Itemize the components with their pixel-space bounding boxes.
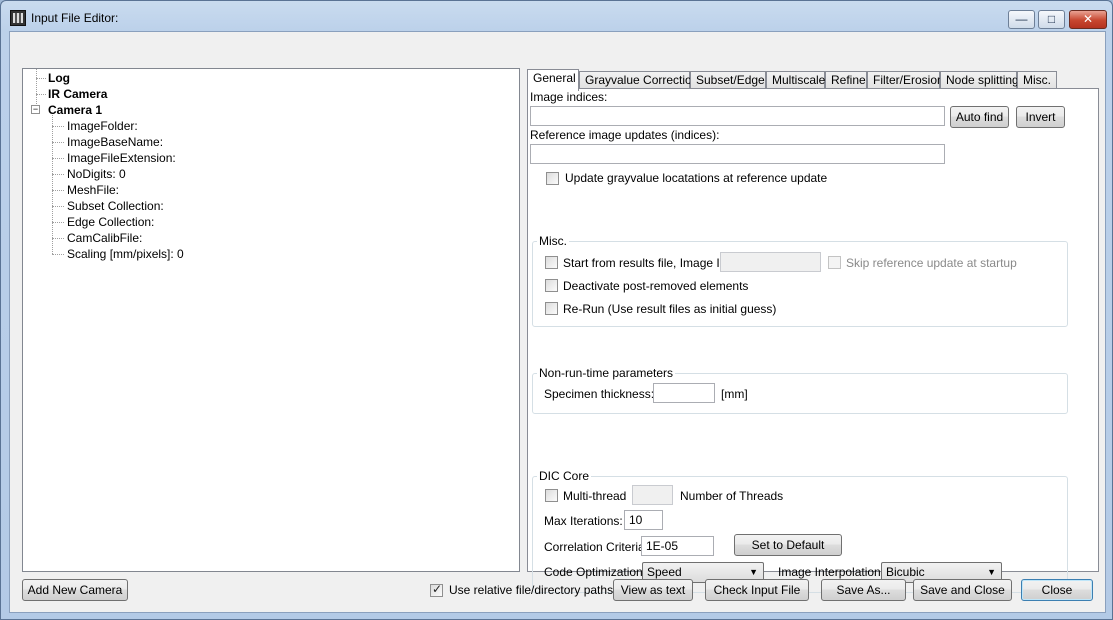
tree-line <box>52 206 64 207</box>
close-window-button[interactable]: ✕ <box>1069 10 1107 29</box>
tree-line <box>52 115 53 254</box>
close-button[interactable]: Close <box>1021 579 1093 601</box>
deactivate-elements-label: Deactivate post-removed elements <box>563 279 749 293</box>
misc-group-title: Misc. <box>537 234 569 248</box>
window-title: Input File Editor: <box>31 11 119 25</box>
skip-reference-checkbox[interactable] <box>828 256 841 269</box>
image-indices-input[interactable] <box>530 106 945 126</box>
max-iterations-label: Max Iterations: <box>544 514 623 528</box>
image-interpolation-label: Image Interpolation: <box>778 565 885 579</box>
tree-line <box>52 158 64 159</box>
tree-line <box>52 126 64 127</box>
auto-find-button[interactable]: Auto find <box>950 106 1009 128</box>
specimen-thickness-input[interactable] <box>653 383 715 403</box>
code-optimization-value: Speed <box>647 565 682 579</box>
update-grayvalue-label: Update grayvalue locatations at referenc… <box>565 171 828 185</box>
tree-item-image-file-extension[interactable]: ImageFileExtension: <box>67 151 176 165</box>
specimen-thickness-label: Specimen thickness: <box>544 387 655 401</box>
add-new-camera-button[interactable]: Add New Camera <box>22 579 128 601</box>
non-run-time-group-title: Non-run-time parameters <box>537 366 676 380</box>
tree-item-scaling[interactable]: Scaling [mm/pixels]: 0 <box>67 247 184 261</box>
tree-line <box>36 78 46 79</box>
code-optimization-label: Code Optimization: <box>544 565 647 579</box>
threads-input[interactable] <box>632 485 673 505</box>
threads-label: Number of Threads <box>680 489 784 503</box>
collapse-expander-icon[interactable]: − <box>31 105 40 114</box>
rerun-label: Re-Run (Use result files as initial gues… <box>563 302 777 316</box>
dic-core-group-title: DIC Core <box>537 469 592 483</box>
minimize-button[interactable]: — <box>1008 10 1035 29</box>
use-relative-paths-label: Use relative file/directory paths <box>449 583 614 597</box>
tree-item-ir-camera[interactable]: IR Camera <box>48 87 107 101</box>
check-input-file-button[interactable]: Check Input File <box>705 579 809 601</box>
tree-line <box>52 222 64 223</box>
tree-line <box>36 69 37 104</box>
tree-item-mesh-file[interactable]: MeshFile: <box>67 183 119 197</box>
tab-general[interactable]: General <box>527 69 579 91</box>
tree-item-image-folder[interactable]: ImageFolder: <box>67 119 138 133</box>
update-grayvalue-checkbox[interactable] <box>546 172 559 185</box>
maximize-button[interactable]: □ <box>1038 10 1065 29</box>
tree-item-image-base-name[interactable]: ImageBaseName: <box>67 135 163 149</box>
image-interpolation-value: Bicubic <box>886 565 925 579</box>
reference-updates-input[interactable] <box>530 144 945 164</box>
use-relative-paths-checkbox[interactable] <box>430 582 443 597</box>
camera-tree[interactable]: − Log IR Camera Camera 1 ImageFolder: Im… <box>22 68 520 572</box>
invert-button[interactable]: Invert <box>1016 106 1065 128</box>
skip-reference-label: Skip reference update at startup <box>846 256 1017 270</box>
deactivate-elements-checkbox[interactable] <box>545 279 558 292</box>
main-window: Input File Editor: — □ ✕ − Log IR Camera… <box>0 0 1113 620</box>
rerun-checkbox[interactable] <box>545 302 558 315</box>
image-indices-label: Image indices: <box>530 90 608 104</box>
image-id-input[interactable] <box>720 252 821 272</box>
start-from-results-checkbox[interactable] <box>545 256 558 269</box>
reference-updates-label: Reference image updates (indices): <box>530 128 720 142</box>
max-iterations-input[interactable]: 10 <box>624 510 663 530</box>
tree-line <box>52 190 64 191</box>
app-film-icon <box>10 10 26 26</box>
tree-item-subset-collection[interactable]: Subset Collection: <box>67 199 164 213</box>
save-and-close-button[interactable]: Save and Close <box>913 579 1012 601</box>
tree-line <box>52 254 64 255</box>
tree-line <box>36 94 46 95</box>
client-area: − Log IR Camera Camera 1 ImageFolder: Im… <box>9 31 1106 613</box>
tree-item-cam-calib-file[interactable]: CamCalibFile: <box>67 231 142 245</box>
multi-thread-checkbox[interactable] <box>545 489 558 502</box>
general-tab-page: Image indices: Auto find Invert Referenc… <box>527 88 1099 593</box>
multi-thread-label: Multi-thread <box>563 489 627 503</box>
start-from-results-label: Start from results file, Image Id: <box>563 256 730 270</box>
tree-item-no-digits[interactable]: NoDigits: 0 <box>67 167 126 181</box>
save-as-button[interactable]: Save As... <box>821 579 906 601</box>
title-bar[interactable]: Input File Editor: — □ ✕ <box>1 1 1112 31</box>
correlation-criteria-label: Correlation Criteria: <box>544 540 649 554</box>
tree-item-edge-collection[interactable]: Edge Collection: <box>67 215 154 229</box>
tree-item-camera-1[interactable]: Camera 1 <box>48 103 102 117</box>
thickness-unit-label: [mm] <box>721 387 748 401</box>
set-to-default-button[interactable]: Set to Default <box>734 534 842 556</box>
correlation-criteria-input[interactable]: 1E-05 <box>641 536 714 556</box>
view-as-text-button[interactable]: View as text <box>613 579 693 601</box>
tree-line <box>52 142 64 143</box>
tree-item-log[interactable]: Log <box>48 71 70 85</box>
tree-line <box>52 174 64 175</box>
tree-line <box>52 238 64 239</box>
